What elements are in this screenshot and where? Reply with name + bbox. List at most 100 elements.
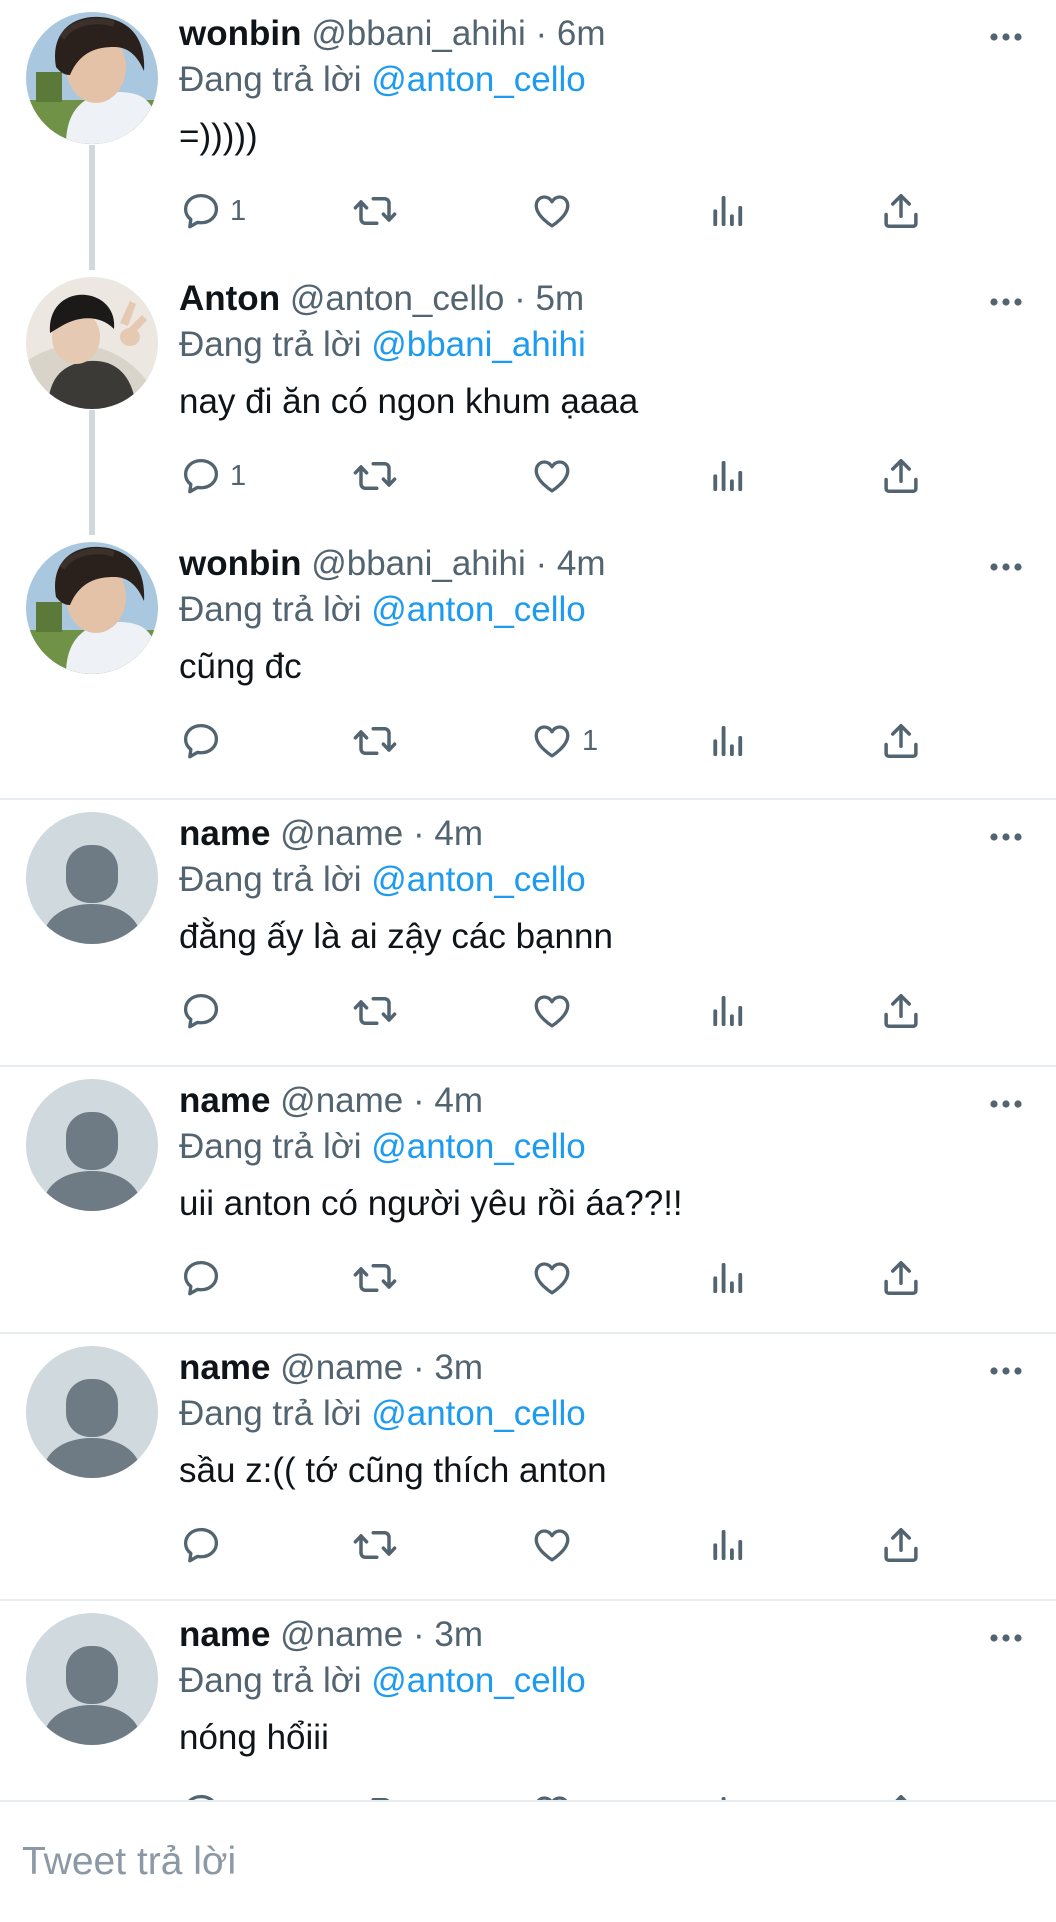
mention-link[interactable]: @anton_cello [371, 590, 586, 629]
reply-icon [180, 1791, 222, 1800]
like-button[interactable] [530, 187, 574, 235]
tweet[interactable]: name @name · 3m Đang trả lời @anton_cello… [0, 1599, 1056, 1800]
reply-button[interactable] [180, 717, 222, 765]
retweet-button[interactable] [352, 187, 398, 235]
like-button[interactable] [530, 1254, 574, 1302]
reply-button[interactable] [180, 1254, 222, 1302]
mention-link[interactable]: @anton_cello [371, 60, 586, 99]
user-handle[interactable]: @bbani_ahihi [311, 544, 526, 583]
share-button[interactable] [880, 1254, 922, 1302]
views-button[interactable] [708, 1254, 748, 1302]
like-button[interactable] [530, 1521, 574, 1569]
views-icon [708, 455, 748, 497]
retweet-button[interactable] [352, 1254, 398, 1302]
reply-button[interactable] [180, 1788, 222, 1800]
more-options-button[interactable] [984, 1083, 1028, 1127]
like-button[interactable] [530, 452, 574, 500]
timestamp: · 4m [535, 544, 606, 583]
display-name[interactable]: name [179, 1081, 270, 1120]
display-name[interactable]: name [179, 1348, 270, 1387]
thread-connector [89, 410, 95, 535]
retweet-button[interactable] [352, 987, 398, 1035]
retweet-icon [352, 1791, 398, 1800]
avatar[interactable] [26, 1613, 158, 1745]
like-button[interactable]: 1 [530, 717, 598, 765]
avatar[interactable] [26, 1079, 158, 1211]
more-options-button[interactable] [984, 1350, 1028, 1394]
more-options-button[interactable] [984, 546, 1028, 590]
tweet-header: name @name · 3m [179, 1611, 483, 1659]
mention-link[interactable]: @anton_cello [371, 860, 586, 899]
reply-button[interactable]: 1 [180, 452, 246, 500]
display-name[interactable]: name [179, 814, 270, 853]
mention-link[interactable]: @anton_cello [371, 1127, 586, 1166]
tweet-header: name @name · 4m [179, 1077, 483, 1125]
tweet[interactable]: Anton @anton_cello · 5m Đang trả lời @bba… [0, 265, 1056, 535]
avatar[interactable] [26, 277, 158, 409]
reply-icon [180, 720, 222, 762]
views-button[interactable] [708, 187, 748, 235]
retweet-button[interactable] [352, 452, 398, 500]
more-icon [989, 829, 1023, 847]
like-count: 1 [582, 725, 599, 757]
share-button[interactable] [880, 717, 922, 765]
share-button[interactable] [880, 987, 922, 1035]
views-button[interactable] [708, 1521, 748, 1569]
share-button[interactable] [880, 1521, 922, 1569]
share-button[interactable] [880, 1788, 922, 1800]
avatar[interactable] [26, 812, 158, 944]
tweet-text: nay đi ăn có ngon khum ạaaa [179, 382, 639, 421]
like-icon [530, 1791, 574, 1800]
retweet-button[interactable] [352, 1521, 398, 1569]
share-button[interactable] [880, 452, 922, 500]
mention-link[interactable]: @anton_cello [371, 1394, 586, 1433]
replying-to: Đang trả lời @anton_cello [179, 856, 586, 904]
timestamp: · 4m [413, 814, 483, 853]
user-handle[interactable]: @bbani_ahihi [311, 14, 526, 53]
views-button[interactable] [708, 1788, 748, 1800]
more-options-button[interactable] [984, 281, 1028, 325]
avatar[interactable] [26, 12, 158, 144]
tweet[interactable]: wonbin @bbani_ahihi · 4m Đang trả lời @an… [0, 530, 1056, 798]
more-icon [989, 1363, 1023, 1381]
user-handle[interactable]: @anton_cello [290, 279, 505, 318]
share-button[interactable] [880, 187, 922, 235]
reply-button[interactable] [180, 987, 222, 1035]
like-button[interactable] [530, 1788, 574, 1800]
more-options-button[interactable] [984, 16, 1028, 60]
views-button[interactable] [708, 452, 748, 500]
user-handle[interactable]: @name [280, 814, 403, 853]
like-icon [530, 190, 574, 232]
display-name[interactable]: name [179, 1615, 270, 1654]
user-handle[interactable]: @name [280, 1348, 403, 1387]
tweet[interactable]: name @name · 4m Đang trả lời @anton_cello… [0, 1065, 1056, 1332]
mention-link[interactable]: @bbani_ahihi [371, 325, 586, 364]
views-button[interactable] [708, 987, 748, 1035]
like-button[interactable] [530, 987, 574, 1035]
display-name[interactable]: wonbin [179, 14, 301, 53]
avatar[interactable] [26, 542, 158, 674]
share-icon [880, 1791, 922, 1800]
display-name[interactable]: wonbin [179, 544, 301, 583]
tweet[interactable]: name @name · 4m Đang trả lời @anton_cello… [0, 798, 1056, 1065]
reply-thread: wonbin @bbani_ahihi · 6m Đang trả lời @an… [0, 0, 1056, 1800]
more-options-button[interactable] [984, 816, 1028, 860]
tweet-text: cũng đc [179, 647, 302, 686]
user-handle[interactable]: @name [280, 1615, 403, 1654]
more-options-button[interactable] [984, 1617, 1028, 1661]
mention-link[interactable]: @anton_cello [371, 1661, 586, 1700]
reply-button[interactable] [180, 1521, 222, 1569]
retweet-button[interactable] [352, 1788, 398, 1800]
tweet[interactable]: wonbin @bbani_ahihi · 6m Đang trả lời @an… [0, 0, 1056, 270]
tweet[interactable]: name @name · 3m Đang trả lời @anton_cello… [0, 1332, 1056, 1599]
retweet-button[interactable] [352, 717, 398, 765]
user-handle[interactable]: @name [280, 1081, 403, 1120]
views-button[interactable] [708, 717, 748, 765]
reply-composer[interactable]: Tweet trả lời [0, 1800, 1056, 1922]
reply-button[interactable]: 1 [180, 187, 246, 235]
retweet-icon [352, 1524, 398, 1566]
replying-to-label: Đang trả lời [179, 1394, 362, 1433]
reply-input-placeholder[interactable]: Tweet trả lời [22, 1834, 236, 1890]
display-name[interactable]: Anton [179, 279, 280, 318]
avatar[interactable] [26, 1346, 158, 1478]
